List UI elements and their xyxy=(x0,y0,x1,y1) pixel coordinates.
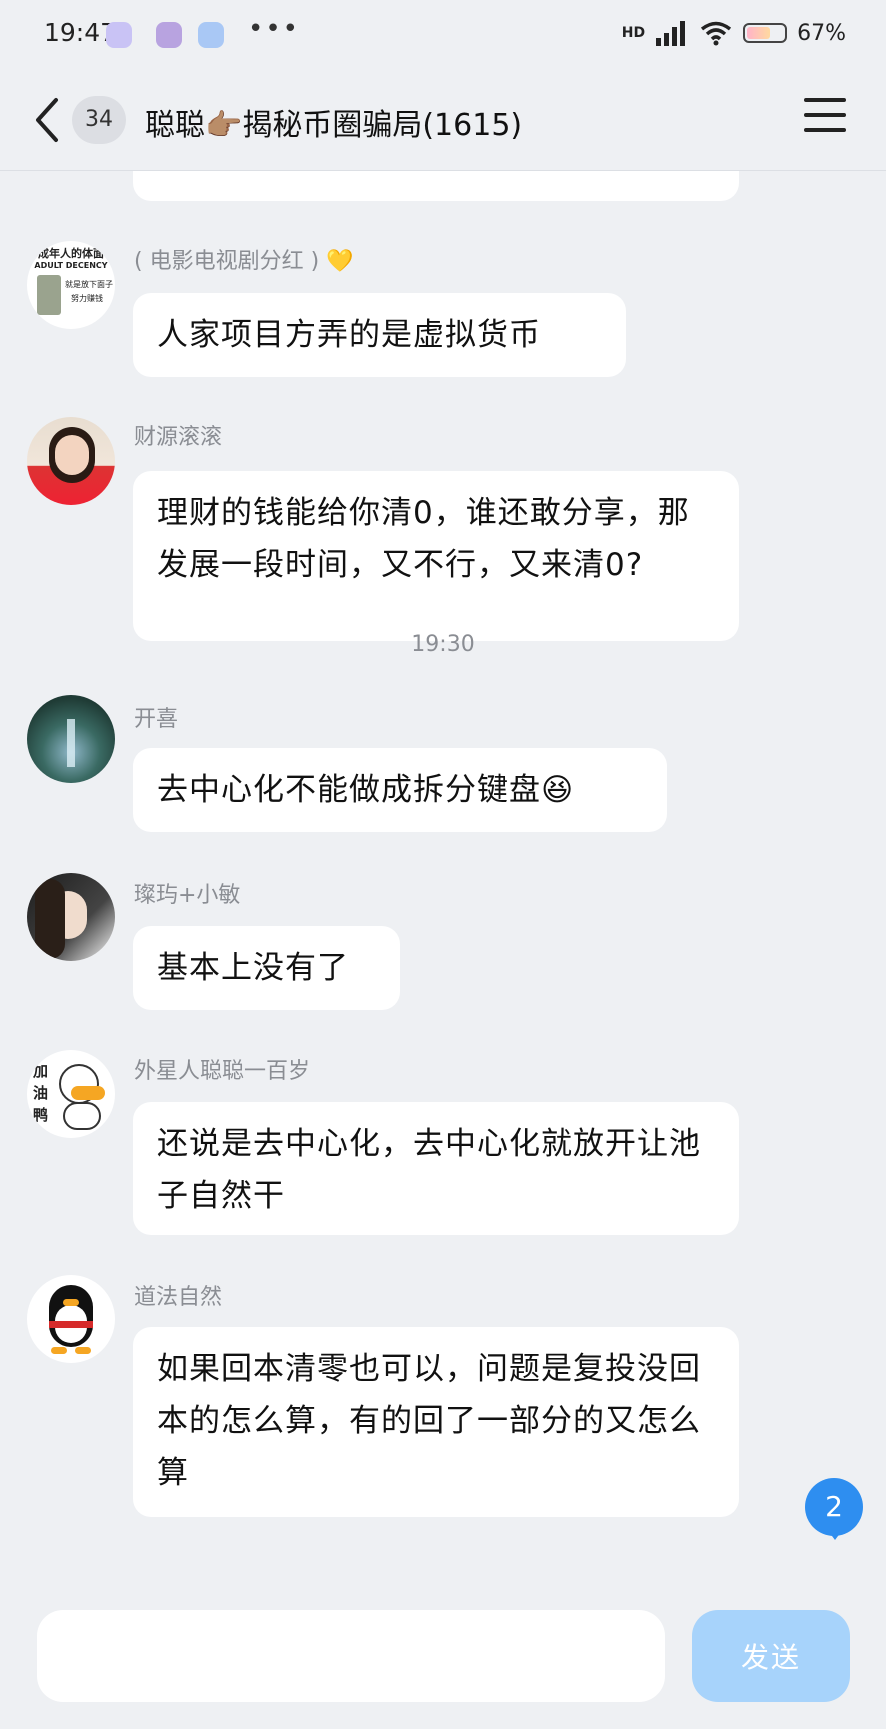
chat-header: 34 聪聪👉🏽揭秘币圈骗局(1615) xyxy=(0,70,886,171)
avatar-text: 鸭 xyxy=(33,1106,49,1124)
network-label: HD xyxy=(621,25,646,41)
message-input[interactable] xyxy=(37,1610,665,1702)
message-bubble[interactable]: 去中心化不能做成拆分键盘😆 xyxy=(133,748,667,832)
chat-title: 聪聪👉🏽揭秘币圈骗局(1615) xyxy=(145,108,523,143)
avatar-text: 油 xyxy=(33,1084,49,1102)
status-bar: 19:47 ••• HD 67% xyxy=(0,0,886,70)
avatar[interactable] xyxy=(27,1275,115,1363)
input-bar: 发送 xyxy=(0,1592,886,1729)
sender-name: 璨玙+小敏 xyxy=(134,883,241,908)
avatar-text: 就是放下面子 xyxy=(65,280,113,289)
send-button[interactable]: 发送 xyxy=(692,1610,850,1702)
message-bubble[interactable] xyxy=(133,171,739,201)
more-notifications-icon: ••• xyxy=(248,14,301,44)
message-bubble[interactable]: 基本上没有了 xyxy=(133,926,400,1010)
new-messages-badge-tail xyxy=(826,1528,844,1540)
avatar-text: ADULT DECENCY xyxy=(34,261,108,270)
sender-name: 开喜 xyxy=(134,707,179,732)
avatar-text: 成年人的体面 xyxy=(38,247,104,260)
avatar[interactable]: 加 油 鸭 xyxy=(27,1050,115,1138)
signal-icon xyxy=(656,21,686,46)
battery-level xyxy=(747,27,770,39)
avatar[interactable]: 成年人的体面 ADULT DECENCY 就是放下面子 努力赚钱 xyxy=(27,241,115,329)
sender-name: 财源滚滚 xyxy=(134,425,223,450)
sender-name: ( 电影电视剧分红 ) 💛 xyxy=(134,249,354,274)
battery-percent: 67% xyxy=(797,20,846,46)
avatar[interactable] xyxy=(27,695,115,783)
avatar[interactable] xyxy=(27,417,115,505)
back-arrow-icon[interactable] xyxy=(28,92,68,148)
time-divider: 19:30 xyxy=(411,632,475,657)
wifi-icon xyxy=(701,21,732,46)
menu-icon[interactable] xyxy=(804,98,846,140)
message-bubble[interactable]: 如果回本清零也可以，问题是复投没回本的怎么算，有的回了一部分的又怎么算 xyxy=(133,1327,739,1517)
message-bubble[interactable]: 人家项目方弄的是虚拟货币 xyxy=(133,293,626,377)
unread-count-badge[interactable]: 34 xyxy=(72,96,126,144)
avatar-text: 加 xyxy=(33,1062,49,1080)
message-bubble[interactable]: 还说是去中心化，去中心化就放开让池子自然干 xyxy=(133,1102,739,1235)
app-notification-icon xyxy=(198,22,224,48)
sender-name: 道法自然 xyxy=(134,1285,223,1310)
message-bubble[interactable]: 理财的钱能给你清0，谁还敢分享，那发展一段时间，又不行，又来清0? xyxy=(133,471,739,641)
app-notification-icon xyxy=(106,22,132,48)
battery-icon xyxy=(743,23,788,43)
avatar[interactable] xyxy=(27,873,115,961)
sender-name: 外星人聪聪一百岁 xyxy=(134,1059,311,1084)
app-notification-icon xyxy=(156,22,182,48)
avatar-text: 努力赚钱 xyxy=(71,294,103,303)
chat-message-list[interactable]: 成年人的体面 ADULT DECENCY 就是放下面子 努力赚钱 ( 电影电视剧… xyxy=(0,171,886,1591)
status-indicators: HD 67% xyxy=(622,20,846,46)
